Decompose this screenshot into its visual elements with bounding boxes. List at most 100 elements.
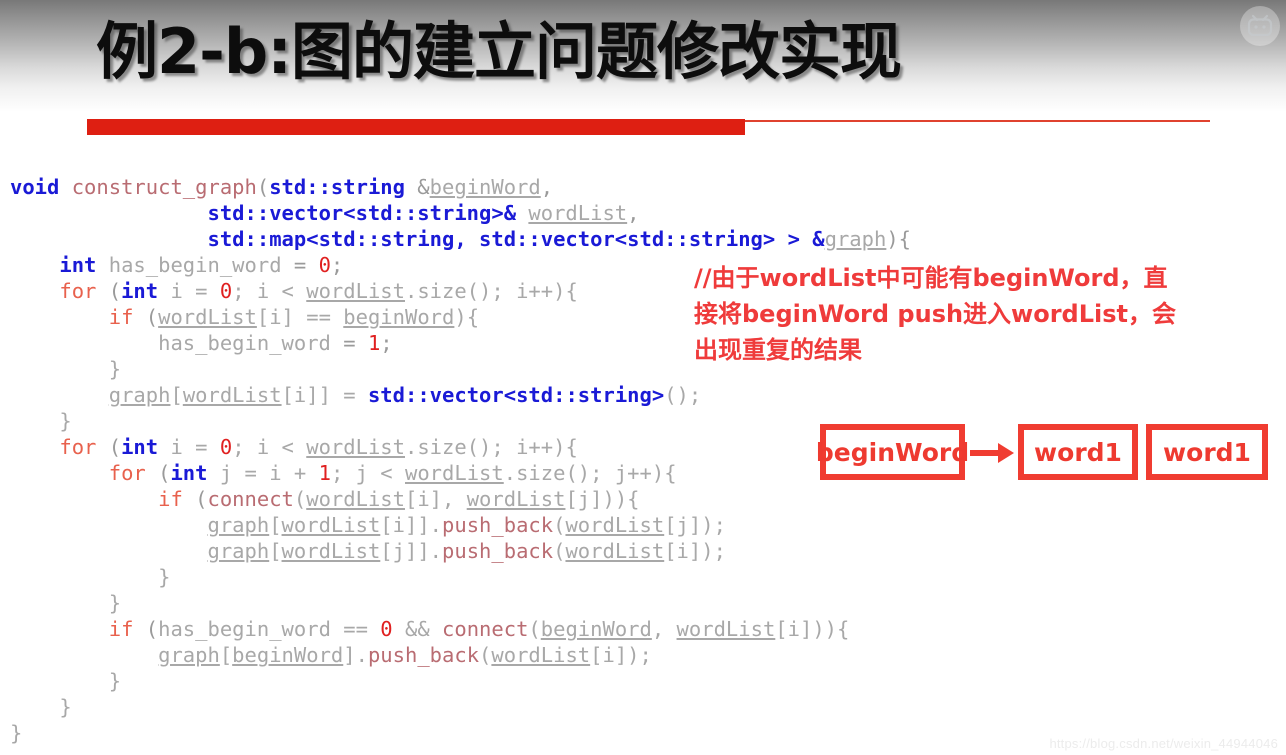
code-token: push_back <box>442 539 554 563</box>
code-token: > <box>651 383 665 407</box>
code-token: wordList <box>281 513 381 537</box>
diagram-box-word1-first: word1 <box>1018 424 1138 480</box>
code-token: wordList <box>466 487 566 511</box>
code-token: [i]] = <box>281 383 368 407</box>
page-title: 例2-b:图的建立问题修改实现 <box>96 15 902 88</box>
code-token: beginWord <box>343 305 455 329</box>
annotation-line: //由于wordList中可能有beginWord，直 <box>694 264 1168 292</box>
code-token: , <box>454 227 480 251</box>
code-token: ( <box>133 617 159 641</box>
code-token: ( <box>553 539 566 563</box>
code-token: .size(); i++){ <box>405 279 578 303</box>
code-token: , <box>651 617 677 641</box>
code-token: wordList <box>676 617 776 641</box>
title-underline-thick <box>87 119 745 135</box>
code-token: [ <box>170 383 183 407</box>
code-line: } <box>10 720 1050 746</box>
code-token: & <box>404 175 430 199</box>
code-token: int <box>121 279 159 303</box>
code-token: ( <box>479 643 492 667</box>
code-token: , <box>627 201 640 225</box>
diagram-box-word1-duplicate: word1 <box>1146 424 1268 480</box>
code-line: graph[wordList[i]] = std::vector<std::st… <box>10 382 1050 408</box>
code-token: wordList <box>306 487 405 511</box>
diagram-box-beginword: beginWord <box>816 424 969 480</box>
bilibili-tv-logo-icon <box>1240 6 1280 46</box>
code-token: ( <box>293 487 307 511</box>
code-token: [i]); <box>590 643 652 667</box>
code-token: wordList <box>158 305 257 329</box>
code-token: ( <box>96 279 122 303</box>
code-token: } <box>158 565 171 589</box>
code-line: graph[beginWord].push_back(wordList[i]); <box>10 642 1050 668</box>
code-token: 0 <box>219 435 233 459</box>
code-token: graph <box>108 383 171 407</box>
code-line: } <box>10 590 1050 616</box>
code-token: 1 <box>318 461 331 485</box>
right-arrow-icon <box>970 443 1014 463</box>
code-token: std::vector <box>367 383 504 407</box>
code-token: std::string <box>355 201 492 225</box>
code-token: wordList <box>565 513 665 537</box>
code-token: < <box>503 383 517 407</box>
code-token: == <box>330 617 381 641</box>
code-token: std::vector <box>479 227 615 251</box>
code-token: i = <box>158 435 220 459</box>
code-token: connect <box>442 617 529 641</box>
code-token: [i])){ <box>775 617 850 641</box>
code-token: if <box>108 617 134 641</box>
code-token: beginWord <box>429 175 541 199</box>
code-token: j = i + <box>207 461 319 485</box>
code-token: ( <box>96 435 122 459</box>
code-token: graph <box>158 643 220 667</box>
code-token: construct_graph <box>71 175 257 199</box>
code-token: < <box>306 227 319 251</box>
code-token: [j])){ <box>565 487 640 511</box>
duplicate-word-diagram: beginWord word1 word1 <box>816 424 1276 490</box>
code-token: ; <box>380 331 393 355</box>
code-token: ( <box>256 175 270 199</box>
code-token: int <box>59 253 97 277</box>
comment-annotation: //由于wordList中可能有beginWord，直 接将beginWord p… <box>694 260 1194 368</box>
code-line: } <box>10 668 1050 694</box>
code-token: for <box>108 461 146 485</box>
annotation-line: 出现重复的结果 <box>694 336 862 364</box>
code-line: if (has_begin_word == 0 && connect(begin… <box>10 616 1050 642</box>
code-token: graph <box>207 513 270 537</box>
code-token: has_begin_word <box>158 617 331 641</box>
code-line: graph[wordList[i]].push_back(wordList[j]… <box>10 512 1050 538</box>
code-token: } <box>59 695 72 719</box>
code-token: 0 <box>318 253 331 277</box>
code-token: wordList <box>306 279 405 303</box>
code-token: [ <box>219 643 233 667</box>
code-token: && <box>392 617 443 641</box>
code-token: if <box>108 305 134 329</box>
code-token: for <box>59 435 97 459</box>
code-token: i = <box>158 279 220 303</box>
code-token: 0 <box>380 617 393 641</box>
code-token: ( <box>553 513 566 537</box>
code-line: } <box>10 694 1050 720</box>
code-token: [j]]. <box>380 539 443 563</box>
code-token: ( <box>145 461 171 485</box>
code-token: ]. <box>343 643 368 667</box>
code-token: 1 <box>367 331 381 355</box>
code-token: [ <box>269 539 282 563</box>
code-token: push_back <box>442 513 554 537</box>
code-token: [i]); <box>664 539 726 563</box>
code-token: ; i < <box>232 435 307 459</box>
code-token: void <box>10 175 60 199</box>
code-token: >& <box>491 201 529 225</box>
code-token: push_back <box>367 643 480 667</box>
code-token: std::string <box>318 227 455 251</box>
code-token: [j]); <box>664 513 726 537</box>
annotation-line: 接将beginWord push进入wordList，会 <box>694 300 1177 328</box>
code-token: wordList <box>306 435 405 459</box>
code-token: ){ <box>886 227 912 251</box>
code-line: std::vector<std::string>& wordList, <box>10 200 1050 226</box>
code-token: int <box>121 435 159 459</box>
code-token: .size(); j++){ <box>503 461 677 485</box>
code-line: void construct_graph(std::string &beginW… <box>10 174 1050 200</box>
code-token: = <box>281 253 319 277</box>
